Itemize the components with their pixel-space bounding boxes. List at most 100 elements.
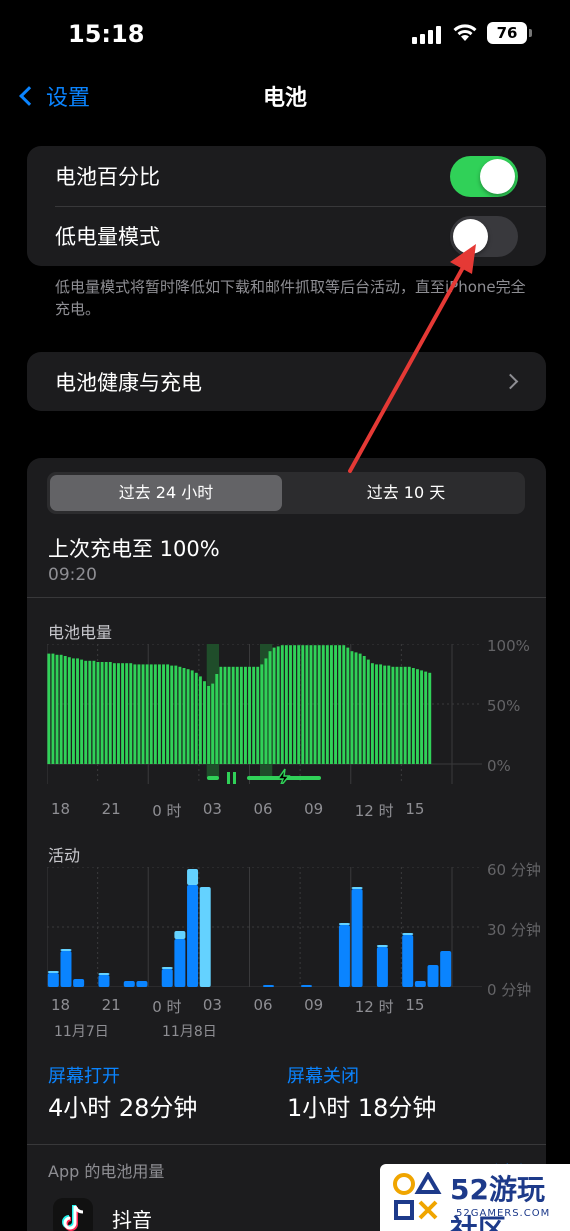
battery-bar	[215, 674, 219, 764]
activity-bar-screen-off	[338, 923, 350, 925]
x-tick-label: 21	[101, 996, 121, 1014]
battery-bar	[338, 645, 342, 764]
x-tick-label: 21	[101, 800, 121, 818]
battery-bar	[207, 686, 211, 764]
battery-bar	[129, 663, 133, 764]
last-charge-label: 上次充电至 100%	[48, 537, 220, 561]
battery-bar	[272, 647, 276, 764]
watermark: 52游玩社区 52GAMERS.COM	[380, 1164, 570, 1231]
battery-bar	[190, 670, 194, 764]
low-power-mode-row: 低电量模式	[27, 206, 546, 266]
navigation-bar: 设置 电池	[0, 70, 570, 118]
battery-bar	[174, 665, 178, 764]
battery-bar	[407, 666, 411, 764]
x-tick-label: 12 时	[354, 998, 394, 1016]
battery-bar	[317, 645, 321, 764]
toggle-knob	[453, 219, 488, 254]
time-range-segmented-control: 过去 24 小时 过去 10 天	[47, 472, 525, 514]
battery-bar	[211, 683, 215, 764]
battery-bar	[219, 666, 223, 764]
battery-bar	[223, 666, 227, 764]
battery-bar	[284, 645, 288, 764]
battery-bar	[100, 662, 104, 764]
battery-bar	[203, 681, 206, 764]
date-label: 11月7日	[54, 1024, 109, 1040]
segment-last-24-hours[interactable]: 过去 24 小时	[50, 475, 282, 511]
battery-bar	[166, 664, 170, 764]
battery-bar	[252, 666, 256, 764]
x-tick-label: 12 时	[354, 802, 394, 820]
chevron-right-icon	[502, 373, 519, 390]
battery-bar	[133, 664, 137, 764]
battery-bar	[395, 666, 399, 764]
activity-bar-screen-on	[414, 981, 426, 987]
battery-bar	[358, 653, 362, 764]
battery-bar	[346, 647, 350, 764]
battery-bar	[243, 666, 247, 764]
battery-bar	[149, 664, 153, 764]
pause-icon	[233, 772, 236, 784]
low-power-mode-label: 低电量模式	[55, 225, 160, 249]
activity-bar-screen-on	[161, 969, 173, 987]
battery-bar	[145, 664, 149, 764]
battery-bar	[84, 660, 88, 764]
battery-settings-group: 电池百分比 低电量模式	[27, 146, 546, 266]
battery-bar	[420, 670, 424, 764]
activity-bar-screen-on	[300, 985, 312, 987]
pause-icon	[227, 772, 230, 784]
battery-bar	[121, 663, 125, 764]
battery-health-row[interactable]: 电池健康与充电	[27, 352, 546, 411]
battery-bar	[178, 666, 182, 764]
battery-bar	[416, 669, 419, 764]
app-name: 抖音	[112, 1208, 152, 1231]
battery-bar	[264, 658, 268, 764]
activity-y-tick: 0 分钟	[487, 981, 532, 999]
x-tick-label: 15	[405, 996, 425, 1014]
activity-bar-screen-off	[199, 887, 211, 987]
segment-last-10-days[interactable]: 过去 10 天	[290, 475, 522, 511]
activity-bar-screen-on	[440, 951, 452, 987]
battery-bar	[403, 666, 407, 764]
battery-bar	[354, 652, 358, 764]
wifi-icon	[453, 24, 477, 41]
activity-chart	[47, 867, 482, 987]
x-tick-label: 15	[405, 800, 425, 818]
x-tick-label: 09	[304, 996, 324, 1014]
battery-bar	[227, 666, 231, 764]
activity-bar-screen-off	[60, 949, 72, 951]
battery-percentage-label: 电池百分比	[55, 165, 160, 189]
last-charge-time: 09:20	[48, 565, 97, 585]
battery-bar	[350, 651, 354, 764]
battery-bar	[59, 654, 63, 764]
low-power-mode-toggle[interactable]	[450, 216, 518, 257]
x-tick-label: 18	[51, 996, 71, 1014]
battery-bar	[88, 660, 92, 764]
battery-bar	[170, 665, 174, 764]
screen-on-value: 4小时 28分钟	[48, 1094, 198, 1122]
battery-y-tick: 50%	[487, 697, 521, 715]
battery-bar	[309, 645, 313, 764]
battery-bar	[330, 645, 333, 764]
date-label: 11月8日	[162, 1024, 217, 1040]
battery-bar	[108, 662, 112, 764]
battery-percentage-toggle[interactable]	[450, 156, 518, 197]
activity-chart-title: 活动	[48, 846, 81, 865]
battery-usage-card: 过去 24 小时 过去 10 天 上次充电至 100% 09:20 电池电量 1…	[27, 458, 546, 1231]
activity-bar-screen-on	[136, 981, 148, 987]
battery-bar	[80, 659, 84, 764]
activity-bar-screen-off	[174, 931, 186, 939]
battery-bar	[280, 645, 284, 764]
battery-bar	[383, 665, 387, 764]
activity-bar-screen-on	[73, 979, 85, 987]
battery-bar	[63, 656, 67, 764]
activity-bar-screen-on	[338, 925, 350, 987]
battery-bar	[76, 658, 79, 764]
x-tick-label: 03	[202, 800, 222, 818]
battery-bar	[239, 666, 243, 764]
activity-bar-screen-off	[376, 945, 388, 947]
battery-bar	[125, 663, 129, 764]
battery-bar	[375, 664, 378, 764]
battery-bar	[289, 645, 292, 764]
charging-indicator-segment	[207, 776, 219, 780]
activity-bar-screen-off	[351, 887, 363, 889]
